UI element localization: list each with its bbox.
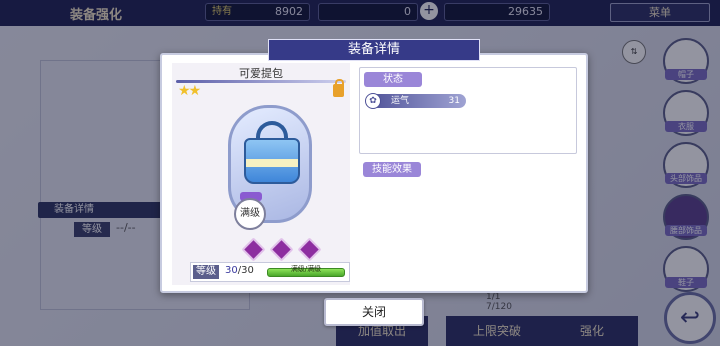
level-current: 30 xyxy=(225,265,238,276)
level-progress-bar: 满级/满级 xyxy=(267,265,345,277)
luck-icon: ✿ xyxy=(365,93,381,109)
gem-icon xyxy=(241,237,266,262)
stat-row: ✿ 运气 31 xyxy=(365,93,466,109)
dialog-title: 装备详情 xyxy=(268,39,480,61)
lock-icon[interactable] xyxy=(333,79,344,97)
stat-name: 运气 xyxy=(391,96,410,106)
level-box: 等级 30/30 满级/满级 xyxy=(190,262,350,282)
skill-section-label: 技能效果 xyxy=(363,162,421,177)
level-value: 30/30 xyxy=(225,265,254,276)
level-label: 等级 xyxy=(193,265,219,279)
status-section-label: 状态 xyxy=(364,72,422,87)
bag-trim xyxy=(246,159,298,167)
rarity-stars: ★★ xyxy=(178,83,201,99)
equipment-detail-dialog: 可爱提包 ★★ 满级 等级 30/30 满级/满级 状态 ✿ 运气 31 技能效… xyxy=(160,53,588,293)
level-max: /30 xyxy=(237,265,254,276)
gem-icon xyxy=(297,237,322,262)
close-button[interactable]: 关闭 xyxy=(324,298,424,326)
star-icon: ★ xyxy=(188,83,201,99)
gem-slots xyxy=(241,237,322,262)
stat-value: 31 xyxy=(448,96,460,106)
star-icon: ★ xyxy=(178,83,190,99)
gem-icon xyxy=(269,237,294,262)
status-panel: 状态 ✿ 运气 31 xyxy=(359,67,577,154)
level-bar-text: 满级/满级 xyxy=(290,265,322,273)
item-card: 可爱提包 ★★ 满级 等级 30/30 满级/满级 xyxy=(172,63,350,285)
item-name: 可爱提包 xyxy=(239,67,283,80)
max-level-badge: 满级 xyxy=(234,198,266,230)
name-divider xyxy=(176,80,346,83)
